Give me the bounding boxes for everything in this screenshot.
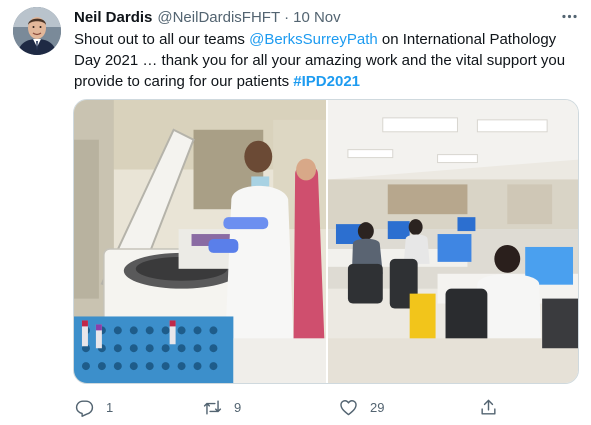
tweet-header: Neil Dardis @NeilDardisFHFT · 10 Nov: [74, 7, 341, 27]
tweet-text-part-1: Shout out to all our teams: [74, 31, 250, 48]
author-name[interactable]: Neil Dardis: [74, 9, 152, 26]
mention-link[interactable]: @BerksSurreyPath: [249, 31, 378, 48]
more-horizontal-icon: [561, 14, 577, 18]
media-grid: [73, 99, 579, 384]
timestamp[interactable]: 10 Nov: [293, 9, 341, 26]
like-button[interactable]: 29: [339, 396, 384, 418]
lab-office-image: [328, 100, 578, 383]
hashtag-link[interactable]: #IPD2021: [293, 73, 360, 90]
action-bar: 1 9 29: [73, 396, 513, 418]
tweet-text: Shout out to all our teams @BerksSurreyP…: [74, 29, 579, 92]
lab-centrifuge-image: [74, 100, 326, 383]
share-icon: [481, 399, 496, 415]
separator-dot: ·: [284, 8, 290, 26]
reply-button[interactable]: 1: [75, 396, 113, 418]
share-button[interactable]: [479, 396, 498, 418]
retweet-count: 9: [234, 399, 242, 415]
lab-office-photo[interactable]: [328, 100, 578, 383]
heart-icon: [340, 399, 357, 415]
lab-centrifuge-photo[interactable]: [74, 100, 326, 383]
reply-count: 1: [106, 399, 114, 415]
retweet-icon: [203, 399, 222, 415]
reply-icon: [75, 399, 94, 417]
author-handle[interactable]: @NeilDardisFHFT: [157, 9, 280, 26]
more-button[interactable]: [558, 6, 580, 26]
avatar-image: [13, 7, 61, 55]
like-count: 29: [370, 399, 385, 415]
retweet-button[interactable]: 9: [203, 396, 241, 418]
avatar[interactable]: [13, 7, 61, 55]
tweet[interactable]: Neil Dardis @NeilDardisFHFT · 10 Nov Sho…: [0, 0, 591, 425]
